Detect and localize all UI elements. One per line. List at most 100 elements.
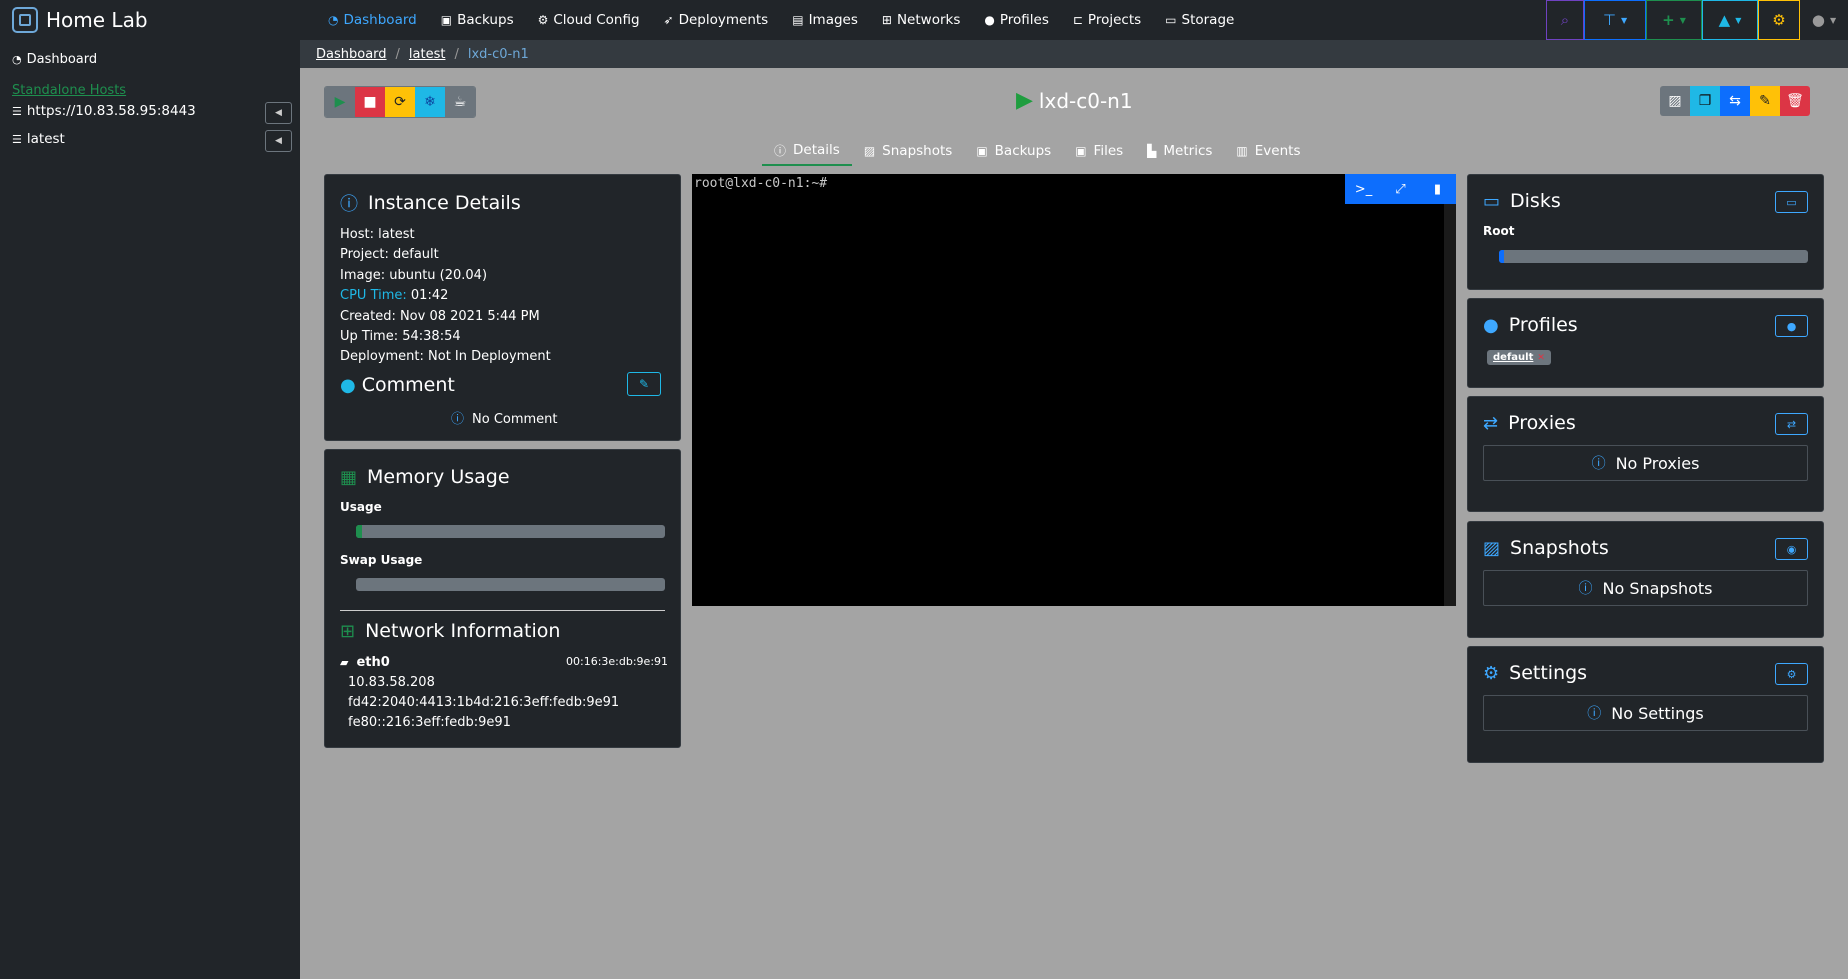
start-button[interactable]: ▶ — [325, 87, 355, 117]
nav-backups[interactable]: ▣ Backups — [429, 0, 526, 40]
breadcrumb-link[interactable]: latest — [409, 47, 446, 62]
settings-empty-state: ⓘ No Settings — [1483, 695, 1808, 731]
project-text: Project: default — [340, 247, 439, 262]
clipboard-button[interactable]: ▮ — [1419, 174, 1456, 204]
take-snapshot-button[interactable]: ◉ — [1775, 538, 1808, 560]
restart-button[interactable]: ⟳ — [385, 87, 415, 117]
card-title: Proxies — [1508, 412, 1576, 434]
admin-settings-button[interactable]: ⚙ — [1758, 0, 1800, 40]
sidebar-item-dashboard[interactable]: ◔ Dashboard — [12, 52, 97, 67]
image-icon: ▨ — [1668, 93, 1682, 109]
instance-details-card: ⓘ Instance Details Host: latest Project: … — [324, 174, 681, 441]
nav-projects[interactable]: ⊏ Projects — [1061, 0, 1153, 40]
nav-dashboard[interactable]: ◔ Dashboard — [316, 0, 429, 40]
tab-label: Metrics — [1163, 143, 1213, 159]
migrate-button[interactable]: ⇆ — [1720, 86, 1750, 116]
open-terminal-button[interactable]: >_ — [1345, 174, 1382, 204]
edit-button[interactable]: ✎ — [1750, 86, 1780, 116]
instance-title: ▶ lxd-c0-n1 — [1016, 88, 1133, 113]
book-open-icon: ▥ — [1236, 144, 1248, 158]
tab-metrics[interactable]: ▙ Metrics — [1135, 136, 1224, 166]
tab-events[interactable]: ▥ Events — [1224, 136, 1312, 166]
card-title: Instance Details — [368, 192, 521, 214]
images-icon: ▨ — [1483, 537, 1501, 559]
tab-label: Files — [1093, 143, 1124, 159]
caret-down-icon: ▼ — [1679, 15, 1686, 25]
snapshots-heading: ▨ Snapshots — [1483, 537, 1609, 559]
fullscreen-button[interactable]: ⤢ — [1382, 174, 1419, 204]
nav-profiles[interactable]: ● Profiles — [972, 0, 1061, 40]
nav-label: Backups — [457, 12, 514, 28]
breadcrumb-link[interactable]: Dashboard — [316, 47, 387, 62]
profiles-heading: ● Profiles — [1483, 314, 1578, 336]
profile-badge[interactable]: default ✕ — [1487, 350, 1551, 365]
sidebar-item-label: Dashboard — [26, 52, 98, 67]
nav-cloud-config[interactable]: ⚙ Cloud Config — [526, 0, 652, 40]
edit-comment-button[interactable]: ✎ — [627, 372, 661, 396]
freeze-button[interactable]: ❄ — [415, 87, 445, 117]
expand-host-toggle[interactable]: ◀ — [265, 130, 292, 152]
expand-host-toggle[interactable]: ◀ — [265, 102, 292, 124]
tab-details[interactable]: ⓘ Details — [762, 136, 852, 166]
create-image-button[interactable]: ▨ — [1660, 86, 1690, 116]
tab-files[interactable]: ▣ Files — [1063, 136, 1135, 166]
empty-label: No Proxies — [1615, 453, 1700, 473]
sidebar-section-standalone-hosts[interactable]: Standalone Hosts — [12, 83, 126, 98]
nav-deployments[interactable]: ➶ Deployments — [652, 0, 781, 40]
stop-button[interactable]: ■ — [355, 87, 385, 117]
users-icon: ● — [1786, 319, 1797, 333]
nav-networks[interactable]: ⊞ Networks — [870, 0, 972, 40]
delete-button[interactable]: 🗑 — [1780, 86, 1810, 116]
interface-label: eth0 — [356, 655, 390, 670]
divider — [340, 610, 665, 611]
sidebar-item-label: https://10.83.58.95:8443 — [26, 103, 196, 119]
nav-images[interactable]: ▤ Images — [780, 0, 870, 40]
terminal-console[interactable]: root@lxd-c0-n1:~# >_ ⤢ ▮ — [692, 174, 1456, 606]
card-title: Profiles — [1508, 314, 1578, 336]
app-logo-icon — [12, 7, 38, 33]
add-proxy-button[interactable]: ⇄ — [1775, 413, 1808, 435]
nav-storage[interactable]: ▭ Storage — [1153, 0, 1246, 40]
sidebar-host-latest[interactable]: ☰ latest — [12, 131, 65, 147]
disks-card: ▭ Disks ▭ Root — [1467, 174, 1824, 290]
nav-label: Projects — [1087, 12, 1142, 28]
info-circle-icon: ⓘ — [1591, 456, 1606, 472]
memory-usage-fill — [356, 525, 363, 538]
trash-icon: 🗑 — [1786, 93, 1804, 109]
ip-address: 10.83.58.208 — [348, 675, 435, 690]
remove-icon[interactable]: ✕ — [1537, 353, 1545, 363]
structure-dropdown[interactable]: ⊤ ▼ — [1584, 0, 1646, 40]
comment-icon: ● — [340, 374, 356, 396]
tab-backups[interactable]: ▣ Backups — [964, 136, 1063, 166]
sitemap-icon: ⊤ — [1602, 11, 1616, 29]
card-title: Memory Usage — [367, 466, 510, 488]
unfreeze-button[interactable]: ☕ — [445, 87, 475, 117]
hdd-icon: ▭ — [1165, 13, 1177, 27]
breadcrumb-current: lxd-c0-n1 — [467, 46, 529, 62]
create-dropdown[interactable]: + ▼ — [1646, 0, 1702, 40]
mug-icon: ☕ — [453, 94, 467, 110]
manage-settings-button[interactable]: ⚙ — [1775, 663, 1808, 685]
card-title: Comment — [361, 374, 455, 396]
terminal-prompt-text: root@lxd-c0-n1:~# — [694, 176, 828, 191]
nav-label: Dashboard — [343, 12, 417, 28]
copy-button[interactable]: ❐ — [1690, 86, 1720, 116]
search-button[interactable]: ⌕ — [1546, 0, 1584, 40]
brand[interactable]: Home Lab — [0, 0, 300, 40]
search-icon: ⌕ — [1560, 11, 1570, 29]
manage-profiles-button[interactable]: ● — [1775, 315, 1808, 337]
sidebar-host-url[interactable]: ☰ https://10.83.58.95:8443 — [12, 103, 196, 119]
navbar-actions: ⌕ ⊤ ▼ + ▼ ▲ ▼ ⚙ ● ▼ — [1546, 0, 1848, 40]
people-arrows-icon: ⇆ — [1729, 93, 1741, 109]
cog-icon: ⚙ — [1786, 667, 1797, 681]
manage-disks-button[interactable]: ▭ — [1775, 191, 1808, 213]
notifications-dropdown[interactable]: ▲ ▼ — [1702, 0, 1758, 40]
empty-label: No Settings — [1611, 703, 1704, 723]
card-title: Settings — [1509, 662, 1588, 684]
user-dropdown[interactable]: ● ▼ — [1800, 0, 1848, 40]
sidebar: ◔ Dashboard Standalone Hosts ☰ https://10.… — [0, 40, 300, 979]
settings-card: ⚙ Settings ⚙ ⓘ No Settings — [1467, 646, 1824, 763]
created-text: Created: Nov 08 2021 5:44 PM — [340, 309, 540, 324]
tab-snapshots[interactable]: ▨ Snapshots — [852, 136, 965, 166]
terminal-scrollbar[interactable] — [1444, 204, 1456, 606]
